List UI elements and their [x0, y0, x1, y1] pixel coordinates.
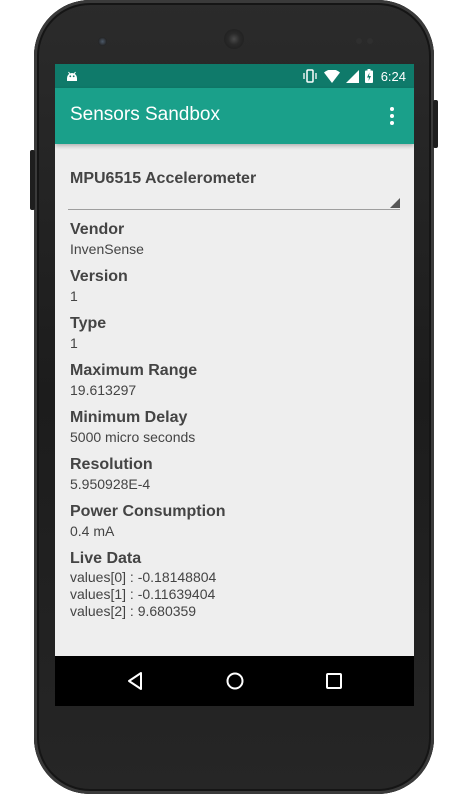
sensor-spinner[interactable]: MPU6515 Accelerometer [68, 160, 400, 210]
property-label: Maximum Range [70, 362, 198, 379]
live-data-value: values[0] : -0.18148804 [70, 569, 217, 585]
front-camera [98, 37, 107, 46]
property-vendor: Vendor InvenSense [70, 220, 400, 259]
property-value: 1 [70, 335, 78, 351]
status-time: 6:24 [380, 68, 406, 84]
sensor-spinner-selected: MPU6515 Accelerometer [70, 170, 257, 187]
vibrate-icon [303, 69, 317, 83]
property-resolution: Resolution 5.950928E-4 [70, 455, 400, 494]
status-bar: 6:24 [55, 64, 414, 88]
proximity-sensor [356, 38, 362, 44]
property-value: InvenSense [70, 241, 144, 257]
property-label: Power Consumption [70, 503, 226, 520]
property-label: Minimum Delay [70, 409, 188, 426]
live-data-label: Live Data [70, 550, 142, 567]
live-data-section: Live Data values[0] : -0.18148804 values… [70, 549, 400, 620]
spinner-underline [68, 209, 400, 210]
property-version: Version 1 [70, 267, 400, 306]
light-sensor [367, 38, 373, 44]
property-power-consumption: Power Consumption 0.4 mA [70, 502, 400, 541]
dropdown-arrow-icon [390, 198, 400, 208]
property-type: Type 1 [70, 314, 400, 353]
volume-button [30, 150, 35, 210]
property-value: 5.950928E-4 [70, 476, 151, 492]
live-data-value: values[1] : -0.11639404 [70, 586, 216, 602]
property-minimum-delay: Minimum Delay 5000 micro seconds [70, 408, 400, 447]
main-content: MPU6515 Accelerometer Vendor InvenSense … [55, 144, 414, 656]
more-vert-icon[interactable] [380, 104, 404, 128]
battery-charging-icon [364, 69, 373, 83]
property-value: 1 [70, 288, 78, 304]
property-label: Resolution [70, 456, 153, 473]
screen: 6:24 Sensors Sandbox MPU6515 Acceleromet… [55, 64, 414, 706]
cell-signal-icon [345, 69, 359, 83]
property-label: Type [70, 315, 107, 332]
property-value: 5000 micro seconds [70, 429, 196, 445]
power-button [433, 100, 438, 148]
sensor-properties: Vendor InvenSense Version 1 Type 1 Maxim… [70, 220, 400, 628]
property-label: Version [70, 268, 128, 285]
wifi-icon [323, 69, 340, 83]
android-debug-icon [67, 71, 77, 81]
recents-icon[interactable] [322, 669, 346, 693]
property-label: Vendor [70, 221, 125, 238]
earpiece-speaker [224, 29, 244, 49]
app-toolbar: Sensors Sandbox [55, 88, 414, 144]
property-value: 0.4 mA [70, 523, 115, 539]
home-icon[interactable] [223, 669, 247, 693]
app-title: Sensors Sandbox [70, 104, 220, 125]
live-data-value: values[2] : 9.680359 [70, 603, 197, 619]
property-maximum-range: Maximum Range 19.613297 [70, 361, 400, 400]
navigation-bar [55, 656, 414, 706]
property-value: 19.613297 [70, 382, 137, 398]
back-icon[interactable] [123, 669, 147, 693]
